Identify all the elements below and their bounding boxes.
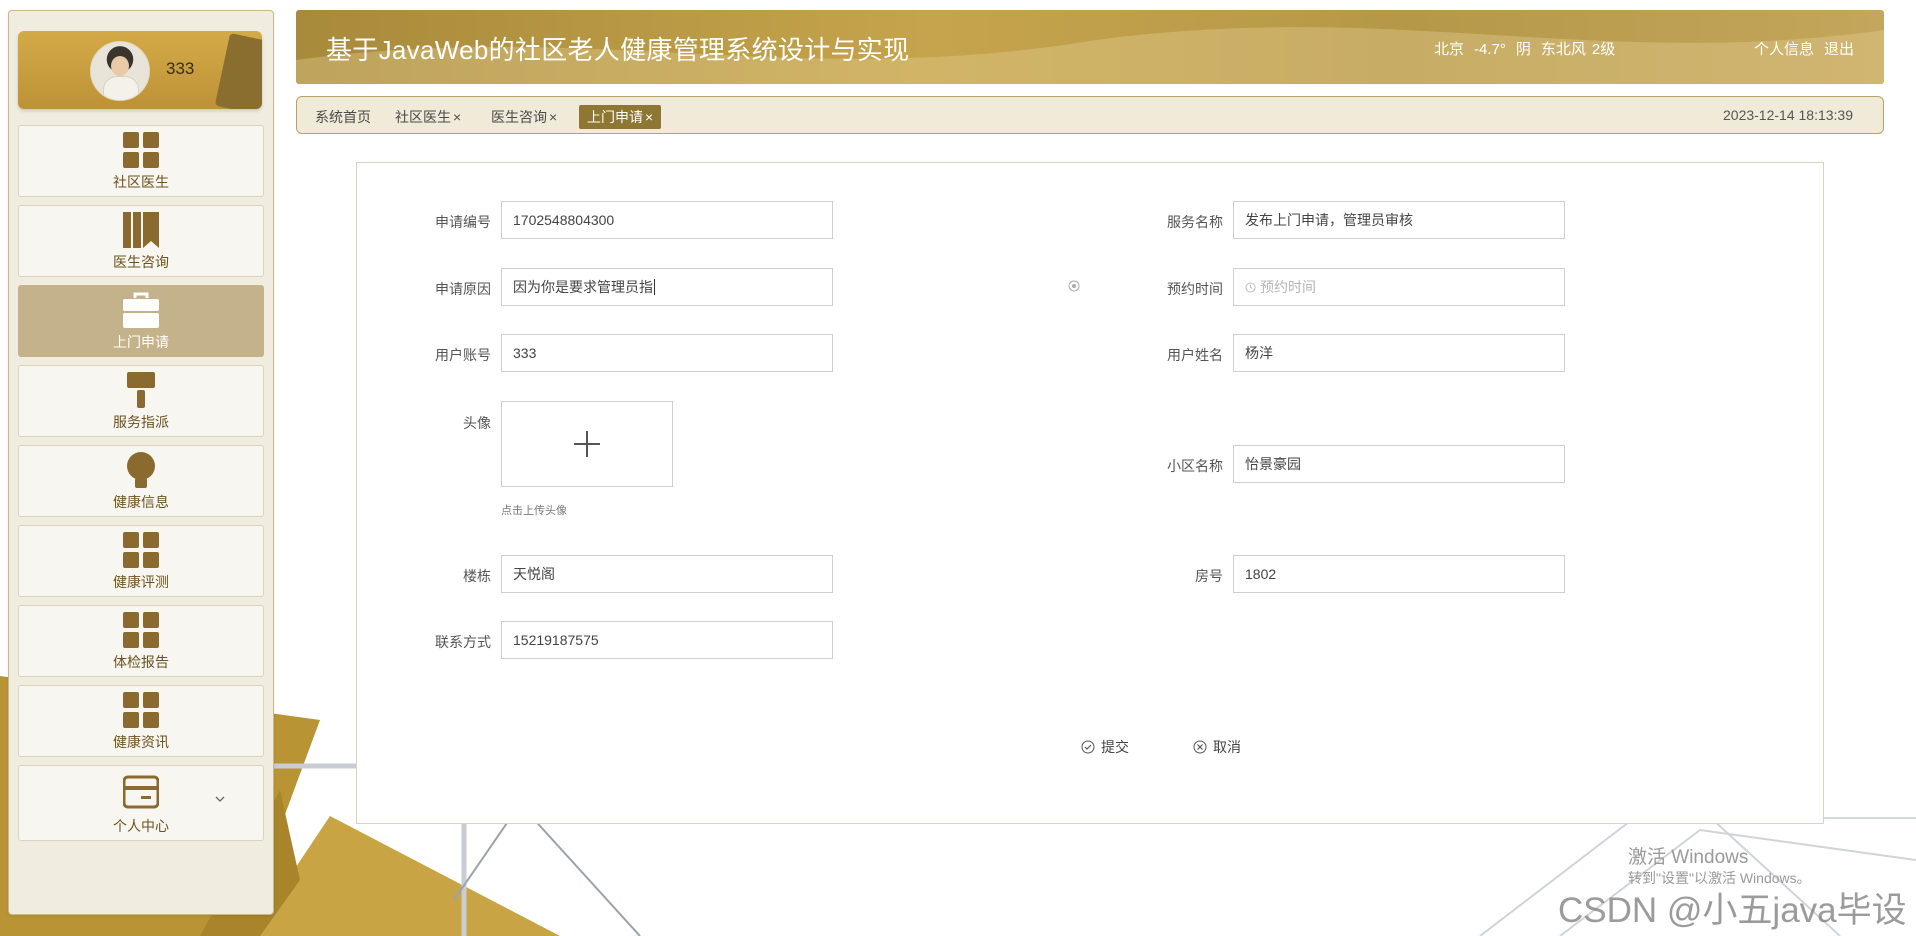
weather-wind: 东北风 (1540, 41, 1586, 58)
appointment-label: 预约时间 (1167, 281, 1223, 297)
tab-doctor-consult[interactable]: 医生咨询 × (491, 107, 557, 127)
room-label: 房号 (1195, 568, 1223, 584)
submit-button[interactable]: 提交 (1081, 737, 1129, 757)
sidebar-item-doctor-consult[interactable]: 医生咨询 (18, 205, 264, 277)
building-field[interactable]: 天悦阁 (501, 555, 833, 593)
card-icon (123, 775, 159, 809)
tab-community-doctor[interactable]: 社区医生 × (395, 107, 461, 127)
apply-form-panel: 申请编号 1702548804300 服务名称 发布上门申请，管理员审核 申请原… (356, 162, 1824, 824)
reason-label: 申请原因 (435, 281, 491, 297)
user-card-decoration (214, 33, 262, 109)
close-icon[interactable]: × (453, 109, 461, 125)
cancel-label: 取消 (1213, 739, 1241, 755)
sidebar-item-label: 社区医生 (113, 174, 169, 190)
appointment-placeholder: 预约时间 (1260, 279, 1316, 295)
sidebar-item-service-assign[interactable]: 服务指派 (18, 365, 264, 437)
apply-no-field[interactable]: 1702548804300 (501, 201, 833, 239)
avatar-label: 头像 (463, 415, 491, 431)
bulb-icon (127, 452, 155, 488)
briefcase-icon (123, 292, 159, 328)
username-field[interactable]: 杨洋 (1233, 334, 1565, 372)
apply-no-label: 申请编号 (435, 214, 491, 230)
app-title: 基于JavaWeb的社区老人健康管理系统设计与实现 (326, 35, 910, 65)
service-name-field[interactable]: 发布上门申请，管理员审核 (1233, 201, 1565, 239)
community-label: 小区名称 (1167, 458, 1223, 474)
sidebar-item-label: 健康资讯 (113, 734, 169, 750)
sidebar-item-label: 健康评测 (113, 574, 169, 590)
account-label: 用户账号 (435, 347, 491, 363)
profile-link[interactable]: 个人信息 (1754, 38, 1814, 59)
sidebar-item-health-info[interactable]: 健康信息 (18, 445, 264, 517)
check-circle-icon (1081, 740, 1095, 754)
sidebar-item-personal-center[interactable]: 个人中心 (18, 765, 264, 841)
plus-icon (574, 431, 600, 457)
username-label: 用户姓名 (1167, 347, 1223, 363)
appointment-field[interactable]: 预约时间 (1233, 268, 1565, 306)
sidebar-item-health-news[interactable]: 健康资讯 (18, 685, 264, 757)
current-datetime: 2023-12-14 18:13:39 (1723, 107, 1853, 123)
account-field[interactable]: 333 (501, 334, 833, 372)
weather-city: 北京 (1434, 41, 1465, 58)
community-field[interactable]: 怡景豪园 (1233, 445, 1565, 483)
reason-value: 因为你是要求管理员指 (513, 279, 653, 295)
sidebar-item-label: 体检报告 (113, 654, 169, 670)
windows-activation-title: 激活 Windows (1628, 847, 1749, 868)
grid-icon (123, 692, 159, 728)
sidebar-item-label: 健康信息 (113, 494, 169, 510)
sidebar-item-label: 医生咨询 (113, 254, 169, 270)
chevron-down-icon[interactable] (215, 794, 225, 804)
service-name-label: 服务名称 (1167, 214, 1223, 230)
sidebar-item-label: 上门申请 (113, 334, 169, 350)
reason-field[interactable]: 因为你是要求管理员指 (501, 268, 833, 306)
header: 基于JavaWeb的社区老人健康管理系统设计与实现 北京 -4.7° 阴东北风 2级 … (296, 10, 1884, 84)
user-card: 333 (18, 31, 262, 109)
clock-icon (1245, 282, 1256, 293)
sidebar-item-label: 服务指派 (113, 414, 169, 430)
sidebar-item-home-visit[interactable]: 上门申请 (18, 285, 264, 357)
phone-field[interactable]: 15219187575 (501, 621, 833, 659)
tab-home-visit[interactable]: 上门申请 × (579, 105, 662, 129)
close-icon[interactable]: × (645, 109, 653, 125)
room-field[interactable]: 1802 (1233, 555, 1565, 593)
weather-level: 2级 (1591, 41, 1616, 58)
logout-link[interactable]: 退出 (1824, 38, 1854, 59)
tab-label: 上门申请 (587, 109, 643, 125)
close-circle-icon (1193, 740, 1207, 754)
weather-info: 北京 -4.7° 阴东北风 2级 (1434, 38, 1625, 59)
avatar (90, 41, 150, 101)
weather-temp: -4.7° (1474, 41, 1506, 58)
tab-home[interactable]: 系统首页 (315, 107, 371, 127)
csdn-watermark: CSDN @小五java毕设 (1558, 891, 1907, 930)
tab-label: 系统首页 (315, 109, 371, 125)
grid-icon (123, 132, 159, 168)
brush-icon (127, 372, 155, 408)
sidebar-item-label: 个人中心 (113, 818, 169, 834)
grid-icon (123, 532, 159, 568)
sidebar-item-community-doctor[interactable]: 社区医生 (18, 125, 264, 197)
sidebar: 333 社区医生 医生咨询 上门申请 服务指派 健康信息 健康评测 体检报告 健… (8, 10, 274, 915)
tab-label: 医生咨询 (491, 109, 547, 125)
weather-condition: 阴 (1515, 41, 1531, 58)
phone-label: 联系方式 (435, 634, 491, 650)
grid-icon (123, 612, 159, 648)
tab-label: 社区医生 (395, 109, 451, 125)
books-icon (123, 212, 159, 248)
tab-bar: 系统首页 社区医生 × 医生咨询 × 上门申请 × 2023-12-14 18:13:… (296, 96, 1884, 134)
user-name: 333 (166, 59, 195, 78)
sidebar-item-checkup-report[interactable]: 体检报告 (18, 605, 264, 677)
sidebar-item-health-assessment[interactable]: 健康评测 (18, 525, 264, 597)
building-label: 楼栋 (463, 568, 491, 584)
close-icon[interactable]: × (549, 109, 557, 125)
avatar-upload[interactable] (501, 401, 673, 487)
avatar-upload-hint: 点击上传头像 (501, 505, 567, 517)
submit-label: 提交 (1101, 739, 1129, 755)
clear-icon[interactable] (1068, 280, 1080, 292)
cancel-button[interactable]: 取消 (1193, 737, 1241, 757)
